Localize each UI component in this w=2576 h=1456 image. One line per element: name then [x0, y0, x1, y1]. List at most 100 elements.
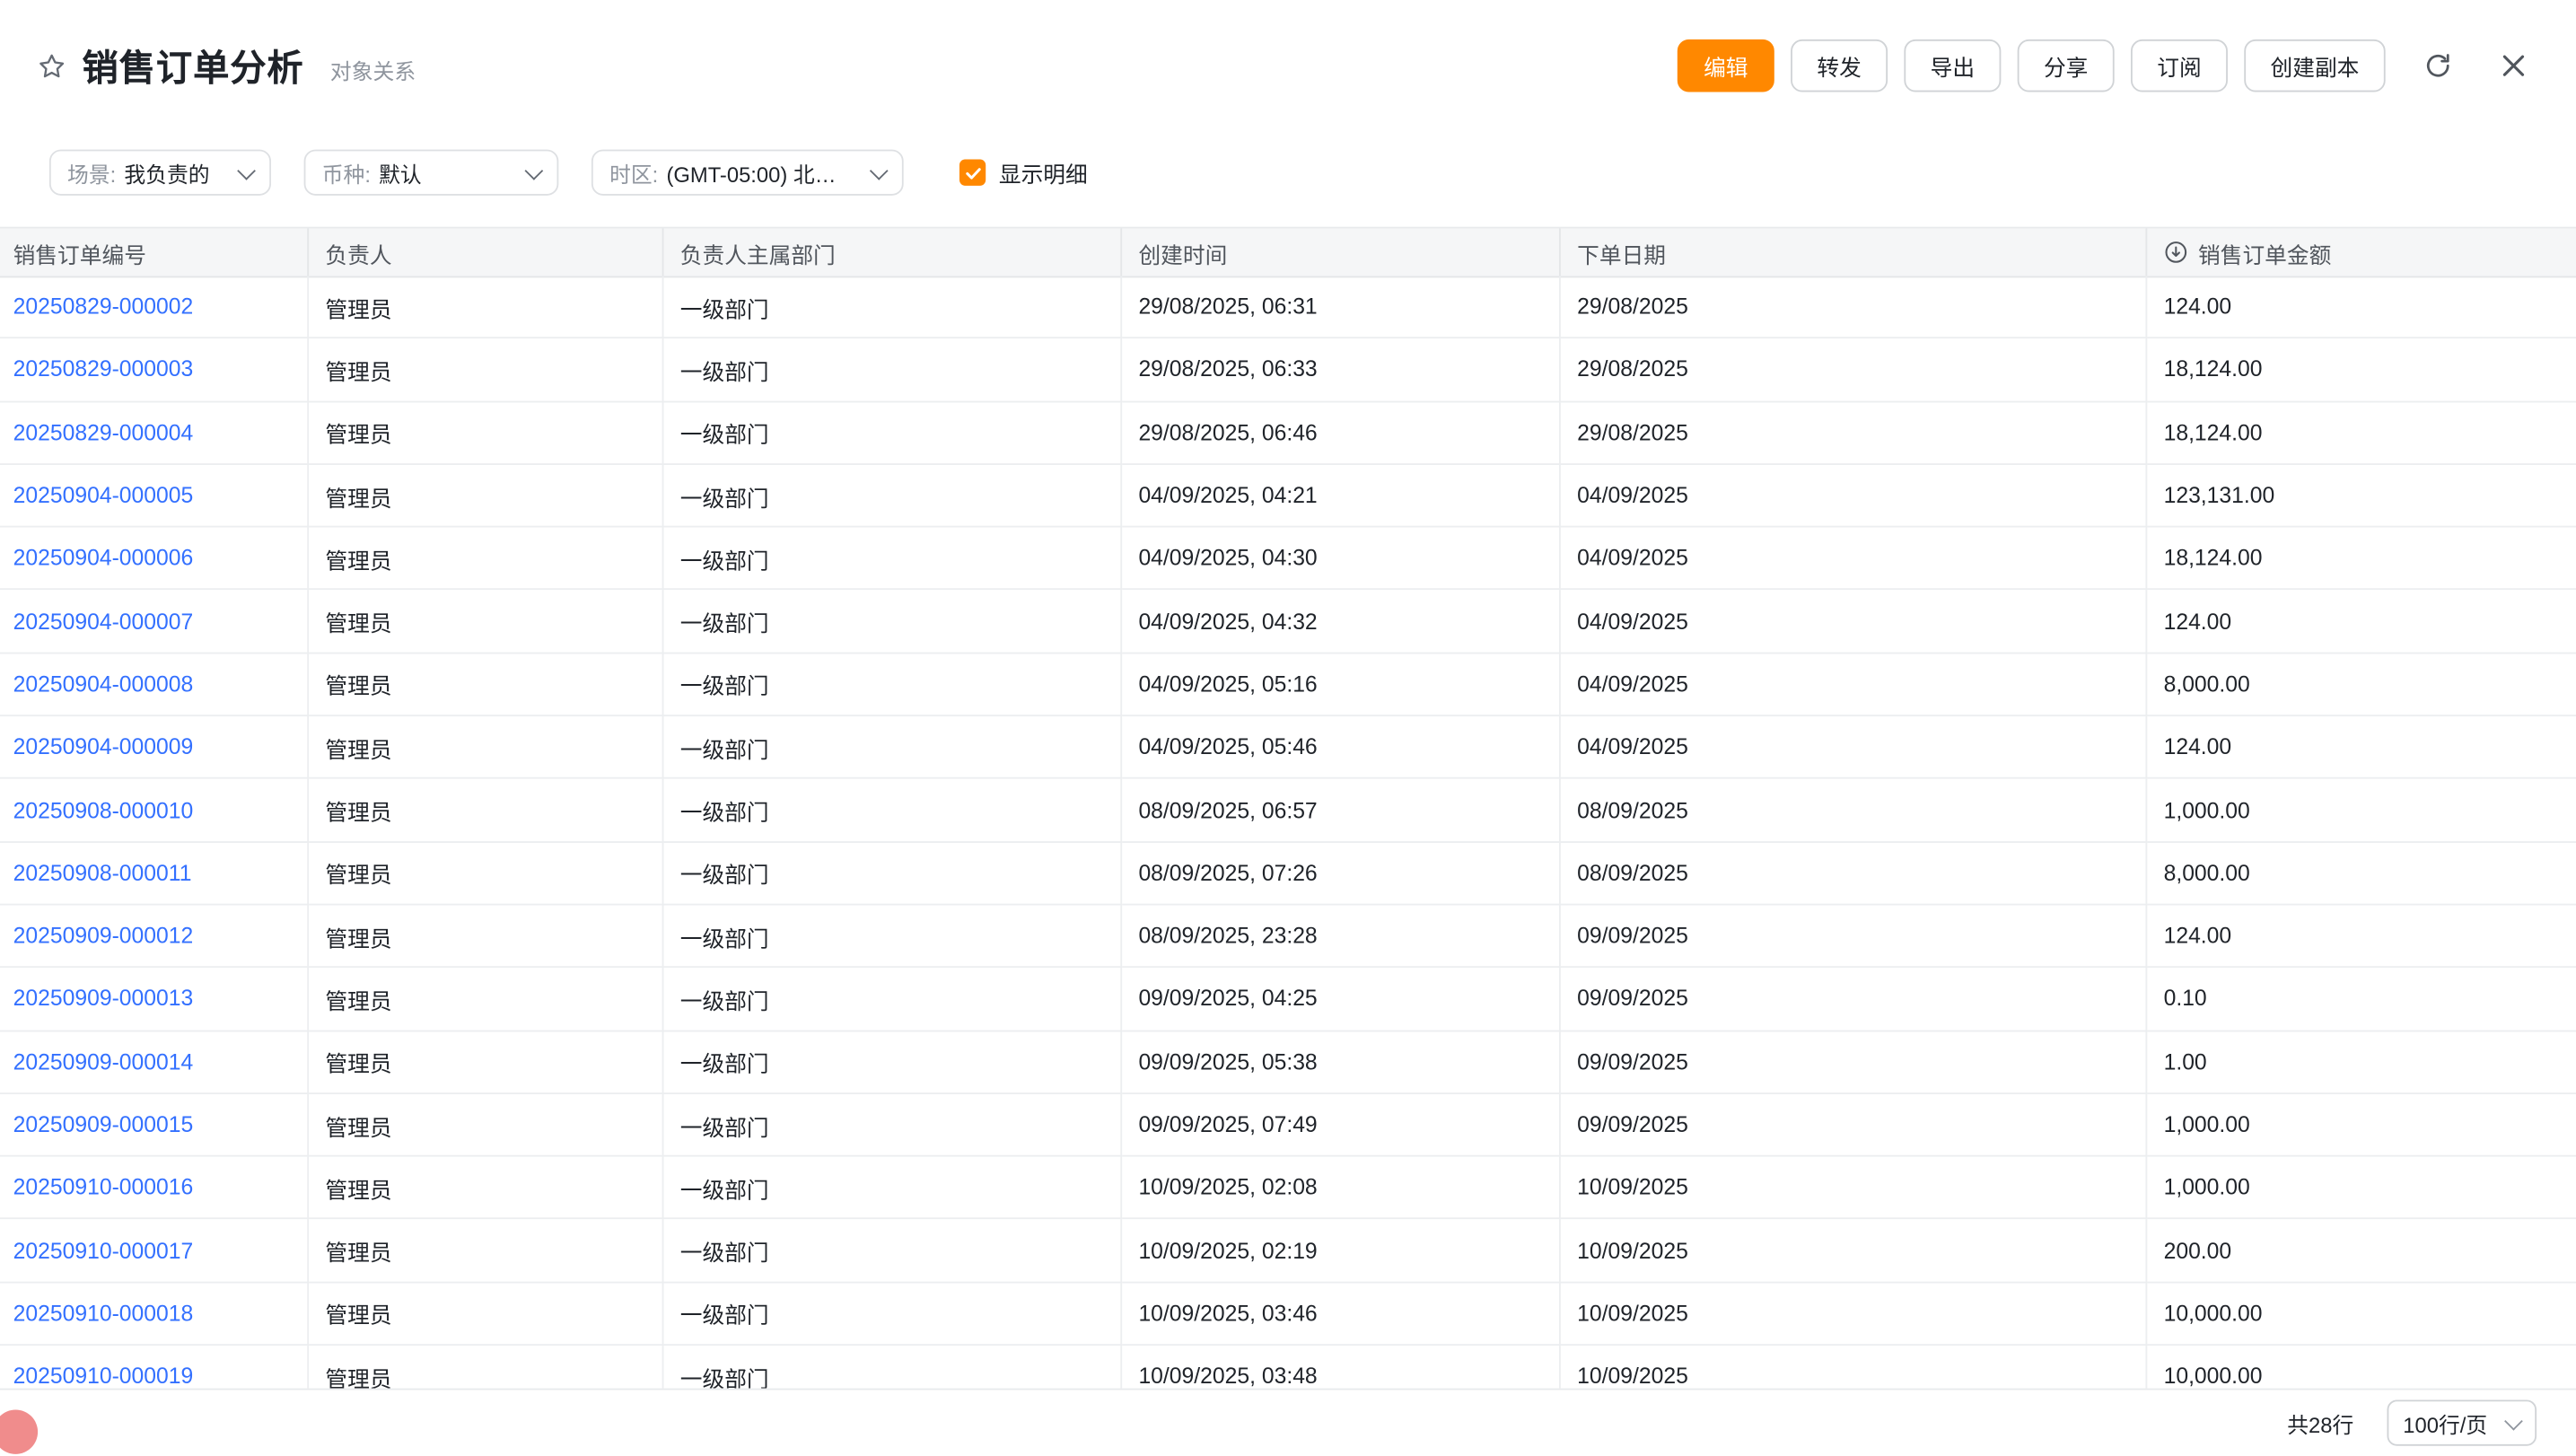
order-no-link[interactable]: 20250904-000008 — [13, 671, 194, 696]
order-no-cell: 20250910-000018 — [0, 1283, 309, 1346]
owner-dept-cell: 一级部门 — [663, 779, 1122, 842]
page-size-select[interactable]: 100行/页 — [2387, 1399, 2537, 1445]
refresh-button[interactable] — [2415, 43, 2461, 89]
table-row[interactable]: 20250910-000016 管理员 一级部门 10/09/2025, 02:… — [0, 1157, 2576, 1220]
table-row[interactable]: 20250910-000019 管理员 一级部门 10/09/2025, 03:… — [0, 1346, 2576, 1389]
order-no-cell: 20250908-000010 — [0, 779, 309, 842]
order-date-cell: 04/09/2025 — [1561, 653, 2147, 716]
table-row[interactable]: 20250829-000003 管理员 一级部门 29/08/2025, 06:… — [0, 339, 2576, 402]
order-no-link[interactable]: 20250904-000007 — [13, 609, 194, 633]
amount-cell: 18,124.00 — [2147, 339, 2576, 402]
show-detail-toggle[interactable]: 显示明细 — [959, 156, 1088, 189]
table-row[interactable]: 20250829-000002 管理员 一级部门 29/08/2025, 06:… — [0, 276, 2576, 339]
created-at-cell: 29/08/2025, 06:31 — [1122, 276, 1561, 339]
table-row[interactable]: 20250904-000007 管理员 一级部门 04/09/2025, 04:… — [0, 591, 2576, 653]
created-at-cell: 09/09/2025, 05:38 — [1122, 1031, 1561, 1094]
table-row[interactable]: 20250829-000004 管理员 一级部门 29/08/2025, 06:… — [0, 402, 2576, 465]
column-label: 销售订单金额 — [2198, 236, 2331, 269]
order-no-link[interactable]: 20250909-000013 — [13, 987, 194, 1011]
amount-cell: 0.10 — [2147, 969, 2576, 1031]
order-no-link[interactable]: 20250909-000014 — [13, 1049, 194, 1074]
order-no-link[interactable]: 20250904-000005 — [13, 483, 194, 507]
owner-dept-cell: 一级部门 — [663, 1031, 1122, 1094]
table-row[interactable]: 20250909-000012 管理员 一级部门 08/09/2025, 23:… — [0, 905, 2576, 968]
table-row[interactable]: 20250904-000006 管理员 一级部门 04/09/2025, 04:… — [0, 528, 2576, 591]
amount-cell: 8,000.00 — [2147, 842, 2576, 905]
order-no-cell: 20250909-000015 — [0, 1094, 309, 1157]
owner-dept-cell: 一级部门 — [663, 339, 1122, 402]
favorite-star-icon[interactable] — [36, 50, 67, 82]
column-header-created-at[interactable]: 创建时间 — [1122, 228, 1561, 277]
currency-filter-label: 币种: — [322, 157, 371, 189]
export-button[interactable]: 导出 — [1904, 39, 2001, 92]
owner-cell: 管理员 — [309, 1346, 663, 1389]
table-row[interactable]: 20250904-000009 管理员 一级部门 04/09/2025, 05:… — [0, 716, 2576, 779]
created-at-cell: 04/09/2025, 04:32 — [1122, 591, 1561, 653]
table-row[interactable]: 20250908-000010 管理员 一级部门 08/09/2025, 06:… — [0, 779, 2576, 842]
forward-button[interactable]: 转发 — [1791, 39, 1888, 92]
order-no-link[interactable]: 20250910-000017 — [13, 1238, 194, 1262]
order-no-cell: 20250910-000017 — [0, 1220, 309, 1283]
order-date-cell: 09/09/2025 — [1561, 1031, 2147, 1094]
table-row[interactable]: 20250909-000015 管理员 一级部门 09/09/2025, 07:… — [0, 1094, 2576, 1157]
order-no-link[interactable]: 20250904-000006 — [13, 546, 194, 570]
column-header-owner-dept[interactable]: 负责人主属部门 — [663, 228, 1122, 277]
order-no-link[interactable]: 20250829-000002 — [13, 294, 194, 319]
order-no-link[interactable]: 20250909-000015 — [13, 1112, 194, 1136]
order-no-link[interactable]: 20250904-000009 — [13, 735, 194, 759]
edit-button[interactable]: 编辑 — [1678, 39, 1774, 92]
report-window: 销售订单分析 对象关系 编辑 转发导出分享订阅创建副本 场景: — [0, 0, 2576, 1456]
order-no-link[interactable]: 20250908-000010 — [13, 798, 194, 822]
created-at-cell: 09/09/2025, 07:49 — [1122, 1094, 1561, 1157]
order-date-cell: 09/09/2025 — [1561, 1094, 2147, 1157]
order-date-cell: 04/09/2025 — [1561, 716, 2147, 779]
scene-filter[interactable]: 场景: 我负责的 — [49, 150, 271, 196]
owner-cell: 管理员 — [309, 779, 663, 842]
column-header-order-date[interactable]: 下单日期 — [1561, 228, 2147, 277]
owner-dept-cell: 一级部门 — [663, 1094, 1122, 1157]
owner-cell: 管理员 — [309, 716, 663, 779]
filter-bar: 场景: 我负责的 币种: 默认 时区: (GMT-05:00) 北… 显示明细 — [0, 131, 2576, 214]
close-button[interactable] — [2491, 43, 2537, 89]
created-at-cell: 04/09/2025, 05:16 — [1122, 653, 1561, 716]
order-no-cell: 20250908-000011 — [0, 842, 309, 905]
order-no-link[interactable]: 20250908-000011 — [13, 861, 192, 885]
duplicate-button[interactable]: 创建副本 — [2244, 39, 2385, 92]
order-no-link[interactable]: 20250910-000018 — [13, 1301, 194, 1325]
table-row[interactable]: 20250909-000013 管理员 一级部门 09/09/2025, 04:… — [0, 969, 2576, 1031]
order-no-cell: 20250909-000014 — [0, 1031, 309, 1094]
order-no-link[interactable]: 20250910-000016 — [13, 1175, 194, 1199]
show-detail-checkbox[interactable] — [959, 160, 986, 186]
owner-cell: 管理员 — [309, 591, 663, 653]
column-header-amount[interactable]: 销售订单金额 — [2147, 228, 2576, 277]
order-no-cell: 20250829-000003 — [0, 339, 309, 402]
table-row[interactable]: 20250910-000018 管理员 一级部门 10/09/2025, 03:… — [0, 1283, 2576, 1346]
check-icon — [964, 163, 982, 181]
owner-cell: 管理员 — [309, 402, 663, 465]
order-date-cell: 29/08/2025 — [1561, 276, 2147, 339]
order-date-cell: 10/09/2025 — [1561, 1346, 2147, 1389]
timezone-filter[interactable]: 时区: (GMT-05:00) 北… — [591, 150, 904, 196]
amount-sort-icon — [2164, 240, 2188, 264]
order-no-link[interactable]: 20250829-000003 — [13, 357, 194, 382]
table-row[interactable]: 20250909-000014 管理员 一级部门 09/09/2025, 05:… — [0, 1031, 2576, 1094]
order-no-cell: 20250904-000008 — [0, 653, 309, 716]
amount-cell: 124.00 — [2147, 716, 2576, 779]
table-row[interactable]: 20250910-000017 管理员 一级部门 10/09/2025, 02:… — [0, 1220, 2576, 1283]
share-button[interactable]: 分享 — [2018, 39, 2115, 92]
owner-cell: 管理员 — [309, 653, 663, 716]
currency-filter[interactable]: 币种: 默认 — [304, 150, 559, 196]
table-row[interactable]: 20250904-000005 管理员 一级部门 04/09/2025, 04:… — [0, 465, 2576, 528]
order-no-link[interactable]: 20250829-000004 — [13, 420, 194, 444]
chevron-down-icon — [870, 161, 889, 180]
column-header-owner[interactable]: 负责人 — [309, 228, 663, 277]
subscribe-button[interactable]: 订阅 — [2131, 39, 2228, 92]
table-row[interactable]: 20250908-000011 管理员 一级部门 08/09/2025, 07:… — [0, 842, 2576, 905]
order-no-link[interactable]: 20250910-000019 — [13, 1364, 194, 1389]
order-no-link[interactable]: 20250909-000012 — [13, 924, 194, 948]
table-row[interactable]: 20250904-000008 管理员 一级部门 04/09/2025, 05:… — [0, 653, 2576, 716]
owner-cell: 管理员 — [309, 528, 663, 591]
order-no-cell: 20250904-000007 — [0, 591, 309, 653]
page-size-value: 100行/页 — [2403, 1408, 2487, 1439]
column-header-order-no[interactable]: 销售订单编号 — [0, 228, 309, 277]
